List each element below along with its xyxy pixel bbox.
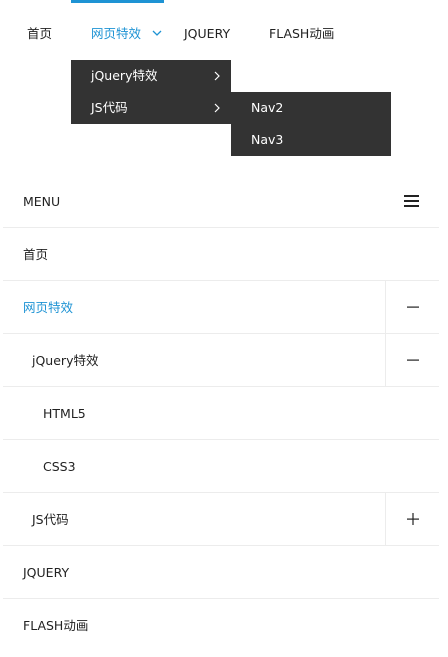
top-nav-item-web-effects[interactable]: 网页特效 xyxy=(71,0,164,60)
mobile-menu-item-css3[interactable]: CSS3 xyxy=(3,440,439,493)
collapse-toggle[interactable] xyxy=(385,334,439,386)
mobile-menu-item-label: FLASH动画 xyxy=(23,618,89,633)
dropdown-item-js-code[interactable]: JS代码 xyxy=(71,92,231,124)
chevron-down-icon xyxy=(152,30,162,36)
sub-dropdown-item-nav3[interactable]: Nav3 xyxy=(231,124,391,156)
top-nav-item-label: 首页 xyxy=(27,26,53,41)
mobile-menu-item-label: JS代码 xyxy=(32,512,69,527)
dropdown-item-label: JS代码 xyxy=(91,100,128,115)
mobile-menu-header[interactable]: MENU xyxy=(3,175,439,228)
mobile-menu-item-jquery[interactable]: JQUERY xyxy=(3,546,439,599)
plus-icon xyxy=(407,513,419,525)
mobile-menu-item-label: HTML5 xyxy=(43,406,86,421)
dropdown-item-jquery-effects[interactable]: jQuery特效 xyxy=(71,60,231,92)
sub-dropdown-item-label: Nav3 xyxy=(251,132,284,147)
minus-icon xyxy=(407,306,419,308)
mobile-menu-item-label: 网页特效 xyxy=(23,300,74,315)
top-nav-item-label: 网页特效 xyxy=(91,26,142,41)
sub-dropdown-menu: Nav2 Nav3 xyxy=(231,92,391,156)
dropdown-item-label: jQuery特效 xyxy=(91,68,158,83)
top-nav-item-jquery[interactable]: JQUERY xyxy=(184,0,230,60)
top-nav-item-label: JQUERY xyxy=(184,26,231,41)
mobile-menu-item-label: jQuery特效 xyxy=(32,353,99,368)
menu-label: MENU xyxy=(23,194,61,209)
minus-icon xyxy=(407,359,419,361)
mobile-menu: MENU 首页 网页特效 jQuery特效 HTML5 CSS3 JS代码 JQ… xyxy=(3,175,439,652)
top-nav-item-flash[interactable]: FLASH动画 xyxy=(269,0,334,60)
mobile-menu-item-flash[interactable]: FLASH动画 xyxy=(3,599,439,652)
mobile-menu-item-label: 首页 xyxy=(23,247,49,262)
mobile-menu-item-home[interactable]: 首页 xyxy=(3,228,439,281)
top-nav-item-home[interactable]: 首页 xyxy=(27,0,52,60)
mobile-menu-item-html5[interactable]: HTML5 xyxy=(3,387,439,440)
top-nav-item-label: FLASH动画 xyxy=(269,26,335,41)
sub-dropdown-item-nav2[interactable]: Nav2 xyxy=(231,92,391,124)
mobile-menu-item-web-effects[interactable]: 网页特效 xyxy=(3,281,439,334)
hamburger-icon[interactable] xyxy=(404,194,419,208)
mobile-menu-item-label: JQUERY xyxy=(23,565,70,580)
mobile-menu-item-label: CSS3 xyxy=(43,459,76,474)
sub-dropdown-item-label: Nav2 xyxy=(251,100,284,115)
dropdown-menu: jQuery特效 JS代码 xyxy=(71,60,231,124)
chevron-right-icon xyxy=(214,71,220,81)
chevron-right-icon xyxy=(214,103,220,113)
collapse-toggle[interactable] xyxy=(385,281,439,333)
top-nav: 首页 网页特效 JQUERY FLASH动画 xyxy=(0,0,448,60)
mobile-menu-item-jquery-effects[interactable]: jQuery特效 xyxy=(3,334,439,387)
mobile-menu-item-js-code[interactable]: JS代码 xyxy=(3,493,439,546)
expand-toggle[interactable] xyxy=(385,493,439,545)
